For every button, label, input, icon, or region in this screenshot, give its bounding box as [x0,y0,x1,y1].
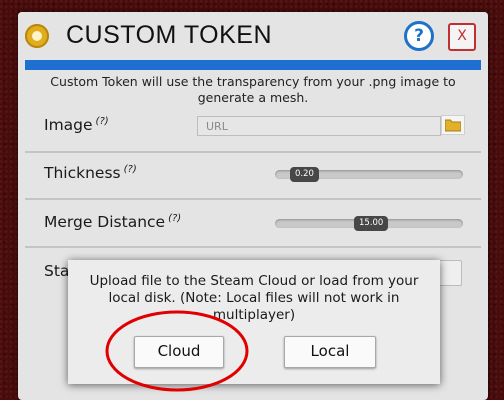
thickness-row-label: Thickness (?) [44,164,137,182]
merge-distance-label: Merge Distance [44,213,166,232]
merge-distance-row-label: Merge Distance (?) [44,213,181,231]
local-button[interactable]: Local [284,336,376,368]
thickness-help-hint[interactable]: (?) [124,164,137,175]
image-url-input[interactable]: URL [197,116,441,136]
upload-dialog: Upload file to the Steam Cloud or load f… [68,260,440,384]
thickness-slider-handle[interactable]: 0.20 [290,167,319,182]
divider [25,246,481,248]
divider [25,151,481,153]
image-help-hint[interactable]: (?) [96,116,109,127]
thickness-label: Thickness [44,164,121,183]
help-button[interactable]: ? [404,21,434,51]
cloud-button[interactable]: Cloud [134,336,224,368]
window-title: CUSTOM TOKEN [66,21,273,49]
merge-distance-slider-handle[interactable]: 15.00 [354,216,389,231]
partial-row-label: Sta [44,262,70,280]
divider [25,198,481,200]
folder-icon[interactable] [441,115,465,135]
accent-bar [25,60,481,70]
description-text: Custom Token will use the transparency f… [50,74,456,105]
merge-distance-help-hint[interactable]: (?) [168,213,181,224]
image-label: Image [44,116,93,135]
token-coin-icon [25,24,49,48]
close-button[interactable]: X [448,23,476,51]
image-row-label: Image (?) [44,116,109,134]
title-bar[interactable]: CUSTOM TOKEN ? X [18,12,488,60]
dialog-message: Upload file to the Steam Cloud or load f… [89,273,419,323]
